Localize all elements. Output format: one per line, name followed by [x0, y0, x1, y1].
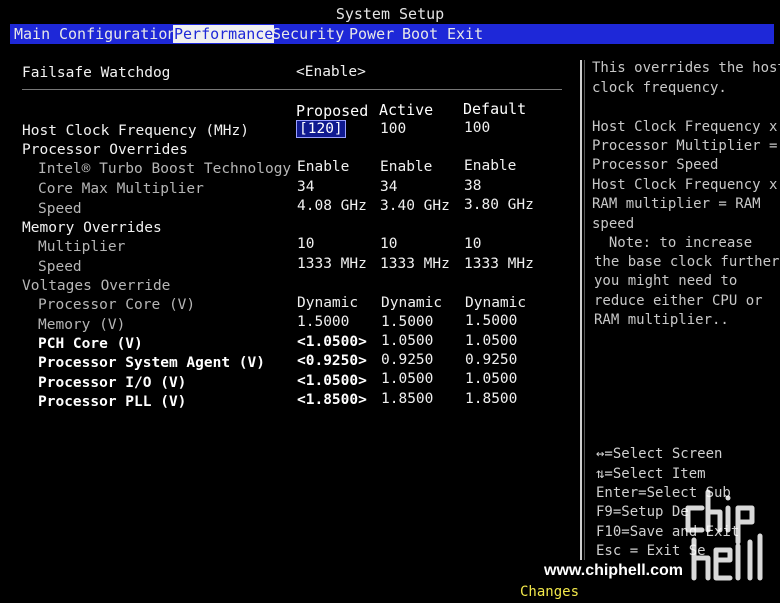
- sys-agent-label[interactable]: Processor System Agent (V): [38, 355, 265, 371]
- panel-divider: [580, 60, 582, 560]
- core-mult-default: 38: [464, 178, 482, 194]
- host-clock-proposed[interactable]: [120]: [296, 120, 346, 138]
- divider: [22, 89, 562, 90]
- help-line: Host Clock Frequency x: [592, 119, 778, 135]
- failsafe-label: Failsafe Watchdog: [22, 65, 171, 81]
- help-line: RAM multiplier = RAM: [592, 196, 761, 212]
- window-title: System Setup: [335, 5, 445, 23]
- memory-v-default: 1.5000: [465, 313, 518, 329]
- proc-core-default: Dynamic: [465, 295, 527, 311]
- memory-overrides-heading: Memory Overrides: [22, 220, 162, 236]
- mem-mult-label: Multiplier: [38, 239, 126, 255]
- key-select-item: ⇅=Select Item: [596, 466, 706, 482]
- proc-pll-proposed[interactable]: <1.8500>: [297, 392, 367, 408]
- cpu-speed-label: Speed: [38, 201, 82, 217]
- proc-io-proposed[interactable]: <1.0500>: [297, 373, 367, 389]
- help-line: speed: [592, 216, 635, 232]
- cpu-speed-active: 3.40 GHz: [380, 198, 450, 214]
- proc-io-default: 1.0500: [465, 371, 518, 387]
- cpu-speed-proposed: 4.08 GHz: [297, 198, 367, 214]
- proc-pll-default: 1.8500: [465, 391, 518, 407]
- mem-speed-label: Speed: [38, 259, 82, 275]
- sys-agent-default: 0.9250: [465, 352, 518, 368]
- failsafe-value[interactable]: <Enable>: [296, 64, 366, 80]
- help-line: This overrides the host: [592, 60, 780, 76]
- tab-main[interactable]: Main: [13, 25, 51, 43]
- mem-mult-default: 10: [464, 236, 482, 252]
- help-line: reduce either CPU or: [594, 293, 763, 309]
- mem-speed-active: 1333 MHz: [380, 256, 450, 272]
- sys-agent-active: 0.9250: [381, 352, 434, 368]
- core-mult-active: 34: [380, 179, 398, 195]
- proc-core-label: Processor Core (V): [38, 297, 196, 313]
- help-line: clock frequency.: [592, 80, 727, 96]
- mem-speed-proposed: 1333 MHz: [297, 256, 367, 272]
- turbo-active: Enable: [380, 159, 433, 175]
- tab-performance[interactable]: Performance: [173, 25, 275, 43]
- tab-boot[interactable]: Boot: [401, 25, 439, 43]
- changes-label: Changes: [520, 584, 580, 600]
- core-mult-label: Core Max Multiplier: [38, 181, 204, 197]
- key-select-screen: ↔=Select Screen: [596, 446, 723, 462]
- host-clock-active: 100: [380, 121, 407, 137]
- column-active: Active: [379, 101, 434, 119]
- tab-security[interactable]: Security: [271, 25, 345, 43]
- pch-core-default: 1.0500: [465, 333, 518, 349]
- turbo-proposed: Enable: [297, 159, 350, 175]
- column-proposed: Proposed: [296, 102, 369, 120]
- pch-core-active: 1.0500: [381, 333, 434, 349]
- pch-core-proposed[interactable]: <1.0500>: [297, 334, 367, 350]
- help-line: RAM multiplier..: [594, 312, 729, 328]
- host-clock-default: 100: [464, 120, 491, 136]
- host-clock-label[interactable]: Host Clock Frequency (MHz): [22, 123, 249, 139]
- turbo-default: Enable: [464, 158, 517, 174]
- mem-mult-active: 10: [380, 236, 398, 252]
- memory-v-proposed: 1.5000: [297, 314, 350, 330]
- tab-exit[interactable]: Exit: [446, 25, 484, 43]
- mem-mult-proposed: 10: [297, 236, 315, 252]
- proc-io-active: 1.0500: [381, 371, 434, 387]
- help-line: you might need to: [594, 273, 738, 289]
- help-line: Processor Speed: [592, 157, 719, 173]
- cpu-speed-default: 3.80 GHz: [464, 197, 534, 213]
- tab-configuration[interactable]: Configuration: [58, 25, 177, 43]
- column-default: Default: [463, 100, 527, 118]
- key-f9: F9=Setup De: [596, 504, 689, 520]
- tab-power[interactable]: Power: [348, 25, 395, 43]
- sys-agent-proposed[interactable]: <0.9250>: [297, 353, 367, 369]
- mem-speed-default: 1333 MHz: [464, 256, 534, 272]
- help-line: Host Clock Frequency x: [592, 177, 778, 193]
- panel-divider-shadow: [584, 60, 585, 560]
- processor-overrides-heading: Processor Overrides: [22, 142, 188, 158]
- proc-core-active: Dynamic: [381, 295, 443, 311]
- watermark-site: www.chiphell.com: [544, 562, 683, 579]
- proc-io-label[interactable]: Processor I/O (V): [38, 375, 186, 391]
- voltages-override-heading: Voltages Override: [22, 278, 171, 294]
- memory-v-active: 1.5000: [381, 314, 434, 330]
- pch-core-label[interactable]: PCH Core (V): [38, 336, 143, 352]
- help-line: Note: to increase: [592, 235, 753, 251]
- core-mult-proposed: 34: [297, 179, 315, 195]
- proc-core-proposed: Dynamic: [297, 295, 359, 311]
- chiphell-logo-icon: [685, 489, 763, 581]
- help-line: the base clock further: [594, 254, 780, 270]
- memory-v-label: Memory (V): [38, 317, 126, 333]
- turbo-label: Intel® Turbo Boost Technology: [38, 161, 292, 177]
- help-line: Processor Multiplier =: [592, 138, 778, 154]
- menu-bar: Main Configuration Performance Security …: [10, 24, 774, 44]
- proc-pll-active: 1.8500: [381, 391, 434, 407]
- proc-pll-label[interactable]: Processor PLL (V): [38, 394, 186, 410]
